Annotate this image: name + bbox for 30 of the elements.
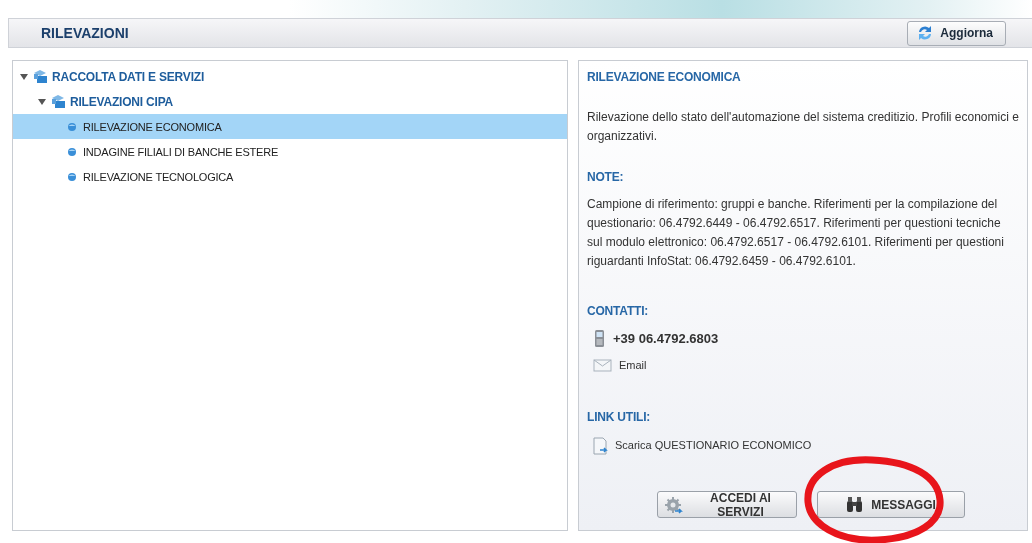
- tree-item[interactable]: RILEVAZIONE TECNOLOGICA: [13, 164, 567, 189]
- caret-icon: [37, 96, 47, 107]
- mobile-phone-icon: [593, 329, 606, 348]
- section-heading: LINK UTILI:: [587, 409, 652, 426]
- caret-icon: [19, 71, 29, 82]
- folder-icon: [51, 94, 66, 109]
- tree-item[interactable]: RACCOLTA DATI E SERVIZI: [13, 64, 567, 89]
- binoculars-icon: [846, 496, 864, 513]
- gear-icon: [664, 495, 683, 514]
- description-text: Rilevazione dello stato dell'automazione del sistema creditizio. Profili economici e organizzativi.: [587, 109, 1019, 145]
- folder-icon: [33, 69, 48, 84]
- document-download-icon: [593, 436, 608, 455]
- section-heading: NOTE:: [587, 169, 625, 186]
- services-button[interactable]: ACCEDI AI SERVIZI: [657, 491, 797, 518]
- bullet-icon: [67, 171, 77, 182]
- notes-text: Campione di riferimento: gruppi e banche. Riferimenti per la compilazione del questionario: 06.4792.6449 - 06.4792.6517. Riferimenti per questioni tecniche sul modulo elettronico: 06.4792.6517 - 06.4792.6101. Riferimenti per questioni riguardanti InfoStat: 06.4792.6459 - 06.4792.6101.: [587, 196, 1005, 270]
- section-title: RILEVAZIONE ECONOMICA: [587, 69, 742, 86]
- envelope-icon: [593, 358, 612, 373]
- phone-number: +39 06.4792.6803: [613, 330, 719, 348]
- page-title: RILEVAZIONI: [41, 25, 129, 41]
- messages-button[interactable]: MESSAGGI: [817, 491, 965, 518]
- refresh-button[interactable]: Aggiorna: [907, 20, 1006, 46]
- tree-item[interactable]: RILEVAZIONI CIPA: [13, 89, 567, 114]
- bullet-icon: [67, 121, 77, 132]
- download-link[interactable]: Scarica QUESTIONARIO ECONOMICO: [615, 436, 812, 455]
- section-heading: CONTATTI:: [587, 303, 650, 320]
- email-link[interactable]: Email: [619, 356, 647, 375]
- tree-item[interactable]: RILEVAZIONE ECONOMICA: [13, 114, 567, 139]
- bullet-icon: [67, 146, 77, 157]
- tree-item[interactable]: INDAGINE FILIALI DI BANCHE ESTERE: [13, 139, 567, 164]
